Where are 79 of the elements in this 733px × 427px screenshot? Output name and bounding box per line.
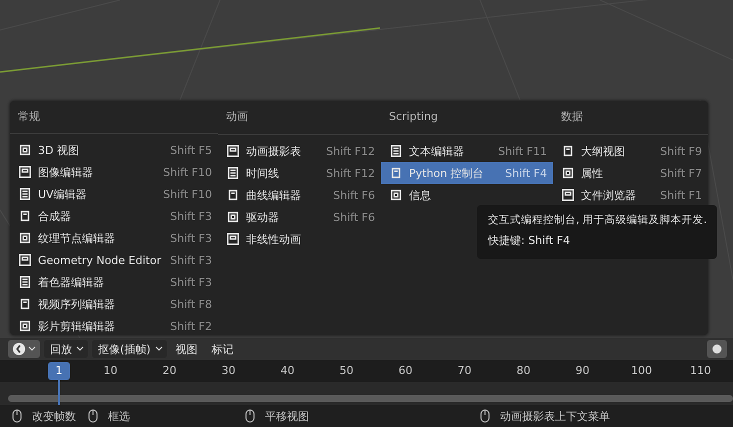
editor-icon — [226, 210, 240, 224]
menu-section-title: 动画 — [218, 101, 381, 135]
editor-icon — [561, 166, 575, 180]
menu-item[interactable]: 非线性动画 — [218, 228, 381, 250]
menu-item[interactable]: Geometry Node Editor Shift F3 — [10, 249, 218, 271]
menu-item[interactable]: 曲线编辑器 Shift F6 — [218, 184, 381, 206]
editor-icon — [226, 188, 240, 202]
frame-number: 60 — [398, 363, 414, 379]
menu-item[interactable]: 纹理节点编辑器 Shift F3 — [10, 227, 218, 249]
editor-icon — [226, 166, 240, 180]
editor-icon — [18, 297, 32, 311]
frame-number: 20 — [162, 363, 178, 379]
frame-number: 100 — [630, 363, 653, 379]
editor-icon — [18, 253, 32, 267]
menu-section-title: 数据 — [553, 101, 708, 135]
menu-item[interactable]: 文件浏览器 Shift F1 — [553, 184, 708, 206]
menu-section-title: Scripting — [381, 101, 553, 135]
frame-number: 110 — [689, 363, 712, 379]
editor-icon — [389, 144, 403, 158]
editor-icon — [226, 232, 240, 246]
status-hint: 动画摄影表上下文菜单 — [500, 408, 610, 424]
menu-item[interactable]: 着色器编辑器 Shift F3 — [10, 271, 218, 293]
dropdown-menu[interactable]: 抠像(插帧) — [92, 340, 167, 358]
caret-icon — [154, 345, 163, 353]
frame-number: 40 — [280, 363, 296, 379]
frame-number: 50 — [338, 363, 354, 379]
editor-icon — [226, 144, 240, 158]
editor-type-button[interactable] — [8, 340, 40, 358]
editor-icon — [18, 165, 32, 179]
menu-item[interactable]: 属性 Shift F7 — [553, 162, 708, 184]
frame-number: 80 — [516, 363, 532, 379]
mouse-icon — [480, 409, 490, 423]
status-hint: 改变帧数 — [32, 408, 76, 424]
mouse-icon — [245, 409, 255, 423]
editor-icon — [18, 187, 32, 201]
status-hint: 平移视图 — [265, 408, 309, 424]
editor-icon — [18, 143, 32, 157]
current-frame-indicator[interactable]: 1 — [48, 362, 70, 380]
editor-icon — [389, 188, 403, 202]
menu-item[interactable]: 合成器 Shift F3 — [10, 205, 218, 227]
frame-number: 30 — [220, 363, 236, 379]
record-icon — [712, 344, 722, 354]
playhead-line — [58, 380, 60, 405]
menu-item[interactable]: 信息 — [381, 184, 553, 206]
tooltip-description: 交互式编程控制台, 用于高级编辑及脚本开发. — [488, 213, 708, 228]
editor-icon — [18, 209, 32, 223]
header-menu[interactable]: 视图 — [170, 340, 203, 358]
status-hint: 框选 — [108, 408, 130, 424]
editor-icon — [561, 144, 575, 158]
menu-item[interactable]: 时间线 Shift F12 — [218, 162, 381, 184]
menu-item[interactable]: 3D 视图 Shift F5 — [10, 139, 218, 161]
dropdown-menu[interactable]: 回放 — [44, 340, 88, 358]
frame-number: 90 — [574, 363, 590, 379]
menu-item[interactable]: 视频序列编辑器 Shift F8 — [10, 293, 218, 315]
frame-number: 10 — [102, 363, 118, 379]
caret-icon — [28, 345, 36, 353]
scrollbar[interactable] — [8, 395, 733, 402]
menu-item[interactable]: 影片剪辑编辑器 Shift F2 — [10, 315, 218, 337]
clock-icon — [12, 342, 26, 356]
mouse-icon — [12, 409, 22, 423]
menu-item[interactable]: 图像编辑器 Shift F10 — [10, 161, 218, 183]
frame-number: 70 — [456, 363, 472, 379]
menu-item[interactable]: 文本编辑器 Shift F11 — [381, 140, 553, 162]
editor-icon — [18, 275, 32, 289]
caret-icon — [76, 345, 84, 353]
mouse-icon — [88, 409, 98, 423]
editor-icon — [561, 188, 575, 202]
menu-item[interactable]: 动画摄影表 Shift F12 — [218, 140, 381, 162]
menu-item[interactable]: 驱动器 Shift F6 — [218, 206, 381, 228]
menu-item[interactable]: Python 控制台 Shift F4 — [381, 162, 553, 184]
menu-item[interactable]: UV编辑器 Shift F10 — [10, 183, 218, 205]
editor-icon — [18, 319, 32, 333]
record-button[interactable] — [707, 340, 727, 358]
editor-icon — [18, 231, 32, 245]
menu-section-title: 常规 — [10, 101, 218, 134]
tooltip-shortcut: 快捷键: Shift F4 — [488, 233, 572, 249]
menu-item[interactable]: 大纲视图 Shift F9 — [553, 140, 708, 162]
editor-icon — [389, 166, 403, 180]
header-menu[interactable]: 标记 — [206, 340, 239, 358]
